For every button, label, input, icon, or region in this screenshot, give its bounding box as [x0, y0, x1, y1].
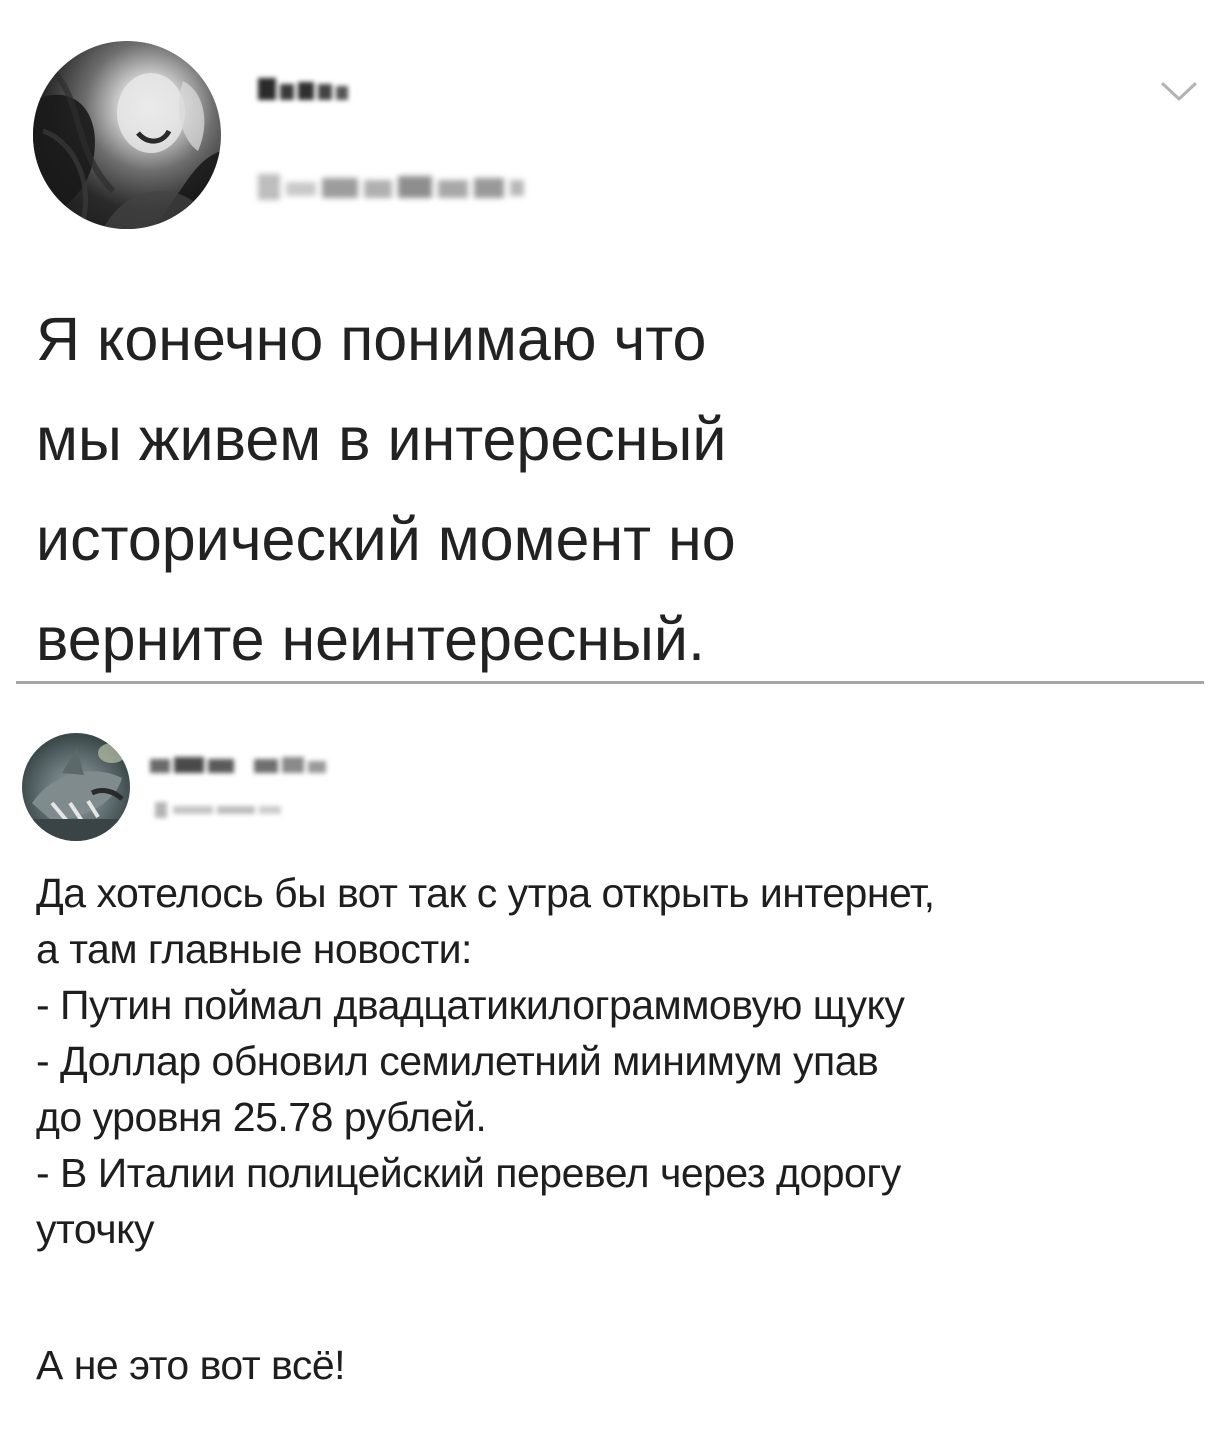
tweet-text: Я конечно понимаю что мы живем в интерес… [36, 305, 736, 673]
comment-avatar[interactable] [22, 733, 130, 841]
comment-line: - В Италии полицейский перевел через дор… [36, 1150, 901, 1196]
divider [16, 681, 1204, 684]
comment-line: - Доллар обновил семилетний минимум упав [36, 1038, 879, 1084]
avatar[interactable] [33, 41, 221, 229]
comment-line: Да хотелось бы вот так с утра открыть ин… [36, 870, 935, 916]
comment-author-handle-blurred[interactable] [155, 800, 285, 820]
chevron-down-icon[interactable] [1160, 81, 1198, 103]
author-name-blurred[interactable] [258, 76, 356, 102]
comment-line: а там главные новости: [36, 926, 472, 972]
author-handle-blurred[interactable] [258, 168, 528, 208]
comment-author-name-blurred[interactable] [150, 753, 330, 777]
comment-footer-text: А не это вот всё! [36, 1342, 346, 1388]
comment-line: уточку [36, 1206, 154, 1252]
comment-line: до уровня 25.78 рублей. [36, 1094, 487, 1140]
tweet: Я конечно понимаю что мы живем в интерес… [0, 0, 1219, 680]
avatar-photo [22, 743, 130, 841]
comment-text: Да хотелось бы вот так с утра открыть ин… [36, 865, 1186, 1257]
avatar-photo [33, 68, 221, 229]
comment-line: - Путин поймал двадцатикилограммовую щук… [36, 982, 905, 1028]
